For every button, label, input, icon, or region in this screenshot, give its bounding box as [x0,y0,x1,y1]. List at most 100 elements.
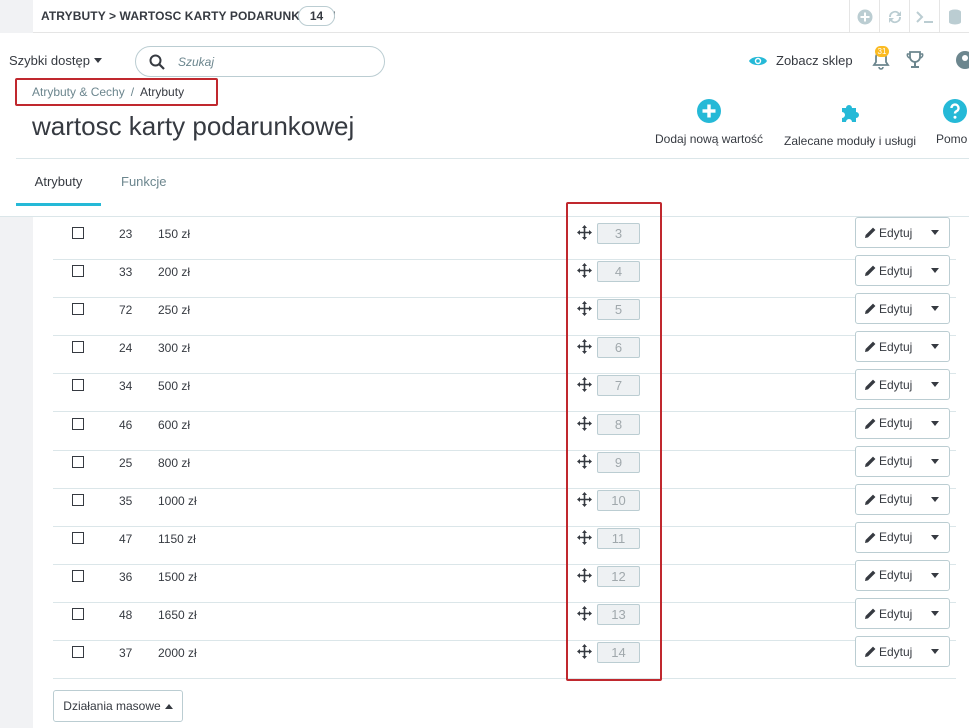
drag-handle-icon[interactable] [577,225,592,243]
row-checkbox[interactable] [72,531,84,544]
quick-access-menu[interactable]: Szybki dostęp [9,53,102,68]
row-actions-dropdown[interactable] [921,485,949,514]
bulk-actions-button[interactable]: Działania masowe [53,690,183,722]
edit-button[interactable]: Edytuj [856,416,921,430]
pencil-icon [865,494,876,505]
database-icon[interactable] [939,0,969,33]
row-edit-button-group: Edytuj [855,331,950,363]
edit-button[interactable]: Edytuj [856,454,921,468]
tab-features[interactable]: Funkcje [121,159,167,206]
row-value-name: 200 zł [158,265,191,280]
drag-handle-icon[interactable] [577,377,592,395]
table-row: 34 500 zł 7 Edytuj [53,369,956,413]
drag-handle-icon[interactable] [577,491,592,510]
search-input[interactable] [178,53,368,71]
row-value-name: 800 zł [158,455,191,470]
row-checkbox[interactable] [72,569,84,582]
row-position-badge: 14 [597,642,640,664]
row-actions-dropdown[interactable] [921,637,949,666]
row-checkbox[interactable] [72,341,84,354]
pencil-icon [865,418,876,429]
search-box[interactable] [135,46,385,77]
edit-button-label: Edytuj [879,301,913,316]
edit-button[interactable]: Edytuj [856,492,921,506]
row-actions-dropdown[interactable] [921,447,949,476]
row-checkbox[interactable] [72,646,84,659]
row-actions-dropdown[interactable] [921,294,949,323]
table-row: 25 800 zł 9 Edytuj [53,445,956,489]
edit-button[interactable]: Edytuj [856,607,921,621]
chevron-down-icon [931,420,940,426]
row-edit-button-group: Edytuj [855,217,950,248]
row-checkbox[interactable] [72,493,84,506]
edit-button[interactable]: Edytuj [856,530,921,544]
row-edit-button-group: Edytuj [855,636,950,668]
drag-handle-icon[interactable] [577,529,592,548]
breadcrumb: Atrybuty & Cechy / Atrybuty [15,78,218,106]
drag-handle-icon[interactable] [577,415,592,434]
row-checkbox[interactable] [72,455,84,468]
drag-handle-icon[interactable] [577,567,592,586]
row-checkbox[interactable] [72,417,84,430]
row-id: 35 [119,493,133,508]
row-checkbox[interactable] [72,608,84,620]
trophy-button[interactable] [906,50,924,75]
drag-handle-icon[interactable] [577,339,592,357]
row-actions-dropdown[interactable] [921,409,949,438]
row-id: 33 [119,265,133,280]
caret-up-icon [164,703,173,709]
row-actions-dropdown[interactable] [921,218,949,247]
row-id: 72 [119,303,133,318]
row-value-name: 250 zł [158,303,191,318]
tab-attributes[interactable]: Atrybuty [16,159,101,206]
refresh-icon[interactable] [879,0,909,33]
row-value-name: 500 zł [158,379,191,394]
row-actions-dropdown[interactable] [921,256,949,285]
help-icon [943,99,967,123]
row-checkbox[interactable] [72,227,84,239]
edit-button[interactable]: Edytuj [856,378,921,392]
breadcrumb-parent-link[interactable]: Atrybuty & Cechy [32,85,125,99]
help-button[interactable]: Pomo [936,99,967,146]
drag-handle-icon[interactable] [577,263,592,281]
user-icon [956,51,969,69]
edit-button[interactable]: Edytuj [856,645,921,659]
row-id: 36 [119,569,133,584]
edit-button[interactable]: Edytuj [856,302,921,316]
row-checkbox[interactable] [72,265,84,278]
row-edit-button-group: Edytuj [855,598,950,629]
edit-button[interactable]: Edytuj [856,568,921,582]
row-actions-dropdown[interactable] [921,370,949,399]
drag-handle-icon[interactable] [577,606,592,624]
edit-button[interactable]: Edytuj [856,340,921,354]
recommended-modules-button[interactable]: Zalecane moduły i usługi [784,99,916,148]
add-new-value-button[interactable]: Dodaj nową wartość [655,99,763,146]
chevron-down-icon [931,230,940,235]
user-account-button[interactable] [955,50,969,75]
plus-circle-icon[interactable] [849,0,879,33]
row-actions-dropdown[interactable] [921,523,949,552]
row-checkbox[interactable] [72,379,84,392]
edit-button[interactable]: Edytuj [856,264,921,278]
table-row: 37 2000 zł 14 Edytuj [53,636,956,680]
view-shop-link[interactable]: Zobacz sklep [748,53,853,68]
row-actions-dropdown[interactable] [921,561,949,590]
edit-button-label: Edytuj [879,225,913,240]
page-title: wartosc karty podarunkowej [32,111,355,141]
row-actions-dropdown[interactable] [921,332,949,361]
row-edit-button-group: Edytuj [855,521,950,553]
row-checkbox[interactable] [72,303,84,316]
notifications-button[interactable]: 31 [872,46,890,75]
edit-button[interactable]: Edytuj [856,226,921,240]
drag-handle-icon[interactable] [577,301,592,319]
terminal-icon[interactable] [909,0,939,33]
drag-handle-icon[interactable] [577,644,592,662]
row-actions-dropdown[interactable] [921,599,949,628]
edit-button-label: Edytuj [879,263,913,278]
row-value-name: 300 zł [158,341,191,356]
pencil-icon [865,227,876,238]
drag-handle-icon[interactable] [577,453,592,472]
pencil-icon [865,608,876,619]
row-edit-button-group: Edytuj [855,293,950,325]
row-id: 24 [119,341,133,356]
